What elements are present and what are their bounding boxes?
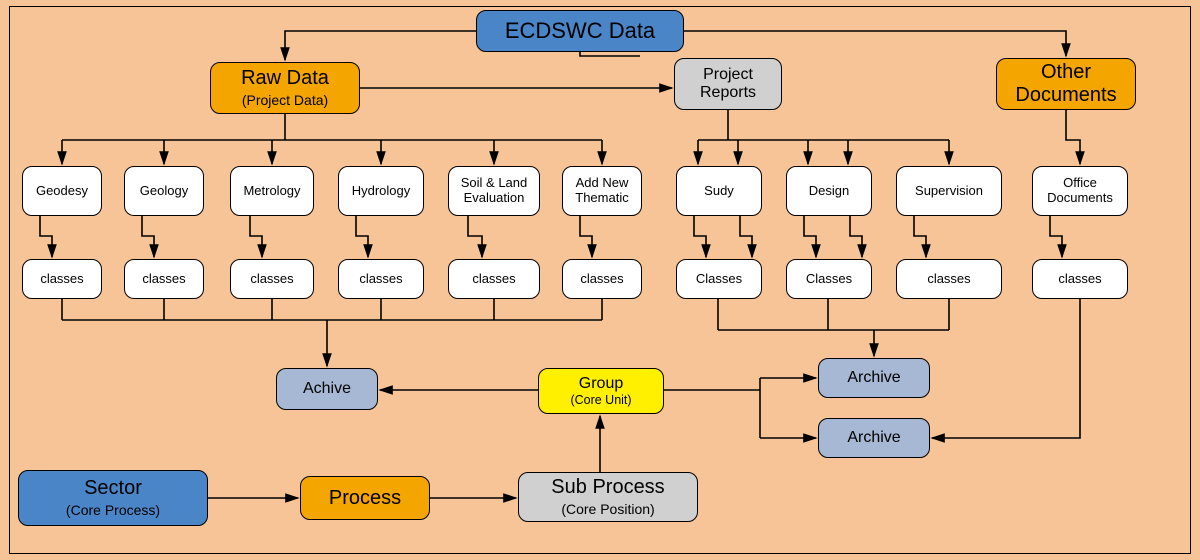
- group-sub: (Core Unit): [570, 393, 631, 407]
- classes-9-label: classes: [927, 272, 970, 287]
- node-sudy: Sudy: [676, 166, 762, 216]
- node-classes-2: classes: [124, 259, 204, 299]
- node-soil-land: Soil & Land Evaluation: [448, 166, 540, 216]
- node-classes-3: classes: [230, 259, 314, 299]
- classes-6-label: classes: [580, 272, 623, 287]
- raw-data-sub: (Project Data): [242, 92, 328, 108]
- node-classes-5: classes: [448, 259, 540, 299]
- node-office-documents: Office Documents: [1032, 166, 1128, 216]
- node-classes-9: classes: [896, 259, 1002, 299]
- design-label: Design: [809, 184, 849, 199]
- node-archive-2: Archive: [818, 418, 930, 458]
- geodesy-label: Geodesy: [36, 184, 88, 199]
- node-metrology: Metrology: [230, 166, 314, 216]
- classes-7-label: Classes: [696, 272, 742, 287]
- other-docs-line1: Other: [1041, 61, 1091, 84]
- node-classes-8: Classes: [786, 259, 872, 299]
- classes-1-label: classes: [40, 272, 83, 287]
- node-classes-6: classes: [562, 259, 642, 299]
- classes-2-label: classes: [142, 272, 185, 287]
- archive-2-label: Archive: [847, 429, 900, 447]
- classes-10-label: classes: [1058, 272, 1101, 287]
- node-supervision: Supervision: [896, 166, 1002, 216]
- classes-8-label: Classes: [806, 272, 852, 287]
- achive-label: Achive: [303, 380, 351, 398]
- sector-sub: (Core Process): [66, 502, 160, 518]
- node-add-new-thematic: Add New Thematic: [562, 166, 642, 216]
- raw-data-main: Raw Data: [241, 67, 329, 90]
- project-reports-line2: Reports: [700, 84, 756, 102]
- archive-1-label: Archive: [847, 369, 900, 387]
- node-geology: Geology: [124, 166, 204, 216]
- process-label: Process: [329, 487, 401, 510]
- classes-3-label: classes: [250, 272, 293, 287]
- office-docs-line2: Documents: [1047, 191, 1113, 206]
- title-text: ECDSWC Data: [505, 18, 655, 43]
- add-new-line2: Thematic: [575, 191, 628, 206]
- node-classes-4: classes: [338, 259, 424, 299]
- node-classes-10: classes: [1032, 259, 1128, 299]
- node-hydrology: Hydrology: [338, 166, 424, 216]
- geology-label: Geology: [140, 184, 188, 199]
- add-new-line1: Add New: [576, 176, 629, 191]
- metrology-label: Metrology: [243, 184, 300, 199]
- node-geodesy: Geodesy: [22, 166, 102, 216]
- sub-process-sub: (Core Position): [561, 501, 654, 517]
- node-classes-1: classes: [22, 259, 102, 299]
- sub-process-main: Sub Process: [551, 476, 664, 499]
- node-group: Group (Core Unit): [538, 368, 664, 414]
- node-raw-data: Raw Data (Project Data): [210, 62, 360, 114]
- node-project-reports: Project Reports: [674, 58, 782, 110]
- classes-4-label: classes: [359, 272, 402, 287]
- hydrology-label: Hydrology: [352, 184, 411, 199]
- node-achive: Achive: [276, 368, 378, 410]
- node-sector: Sector (Core Process): [18, 470, 208, 526]
- project-reports-line1: Project: [703, 66, 753, 84]
- other-docs-line2: Documents: [1015, 84, 1116, 107]
- sudy-label: Sudy: [704, 184, 734, 199]
- node-classes-7: Classes: [676, 259, 762, 299]
- soil-land-line1: Soil & Land: [461, 176, 528, 191]
- soil-land-line2: Evaluation: [464, 191, 525, 206]
- group-main: Group: [579, 375, 623, 393]
- node-other-documents: Other Documents: [996, 58, 1136, 110]
- sector-main: Sector: [84, 477, 142, 500]
- node-process: Process: [300, 476, 430, 520]
- node-ecdswc-data: ECDSWC Data: [476, 10, 684, 52]
- supervision-label: Supervision: [915, 184, 983, 199]
- node-design: Design: [786, 166, 872, 216]
- node-sub-process: Sub Process (Core Position): [518, 472, 698, 522]
- office-docs-line1: Office: [1063, 176, 1097, 191]
- classes-5-label: classes: [472, 272, 515, 287]
- node-archive-1: Archive: [818, 358, 930, 398]
